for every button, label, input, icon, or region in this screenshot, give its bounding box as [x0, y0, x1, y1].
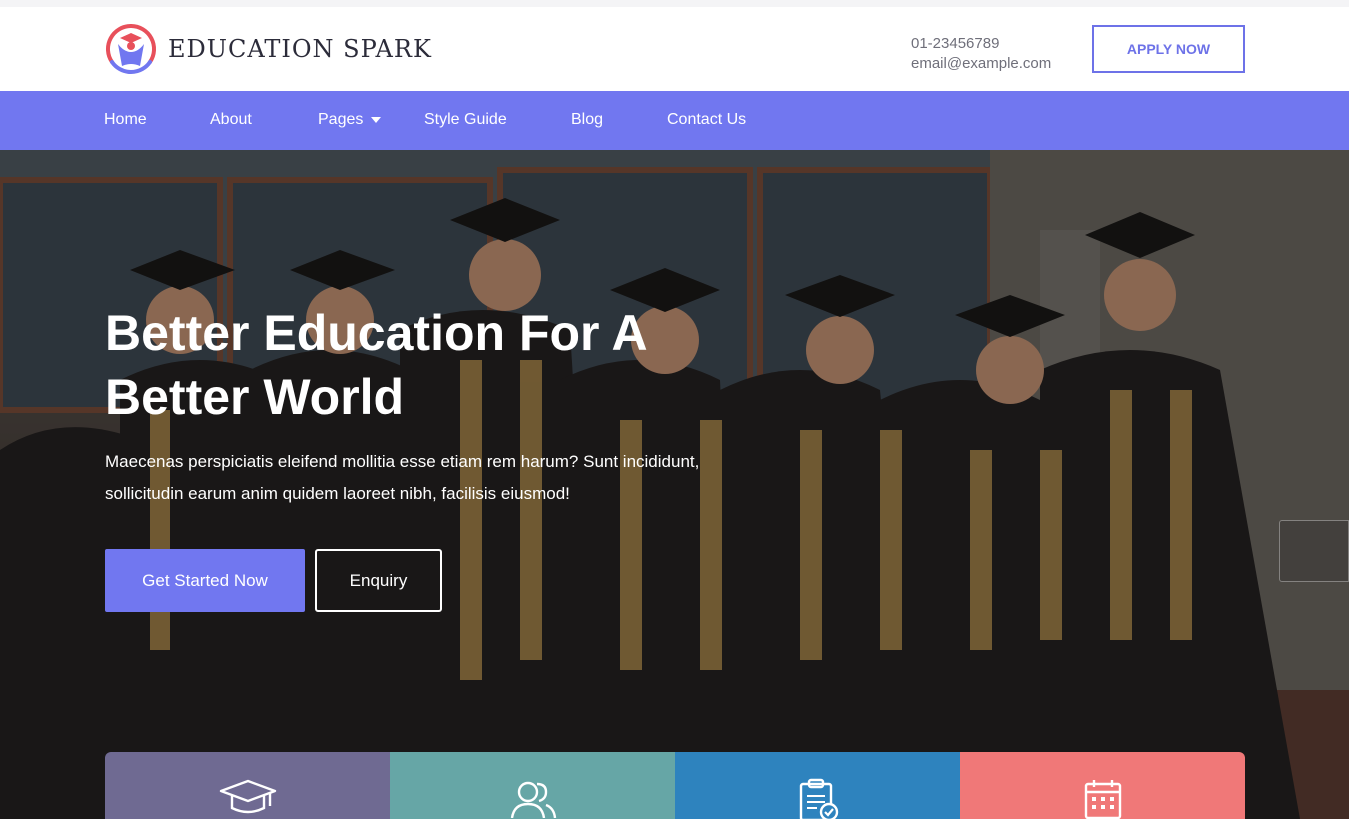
nav-item-label: About: [210, 111, 252, 128]
nav-item-label: Pages: [318, 111, 364, 128]
feature-card-courses[interactable]: [105, 752, 390, 819]
feature-strip: [105, 752, 1245, 819]
get-started-button[interactable]: Get Started Now: [105, 549, 305, 612]
apply-now-button[interactable]: APPLY NOW: [1092, 25, 1245, 73]
recaptcha-badge[interactable]: [1279, 520, 1349, 582]
nav-item-label: Home: [104, 111, 147, 128]
feature-card-events[interactable]: [960, 752, 1245, 819]
hero-description: Maecenas perspiciatis eleifend mollitia …: [105, 452, 700, 503]
logo-icon: [106, 23, 156, 75]
feature-card-exams[interactable]: [675, 752, 960, 819]
nav-item-label: Style Guide: [424, 111, 507, 128]
brand-name: EDUCATION SPARK: [168, 35, 432, 63]
email-address[interactable]: email@example.com: [911, 54, 1051, 74]
feature-card-teachers[interactable]: [390, 752, 675, 819]
nav-item-label: Blog: [571, 111, 604, 128]
hero-title: Better Education For A Better World: [105, 305, 646, 425]
site-header: EDUCATION SPARK 01-23456789 email@exampl…: [0, 7, 1349, 91]
enquiry-button[interactable]: Enquiry: [315, 549, 442, 612]
hero-section: Better Education For A Better World Maec…: [0, 150, 1349, 819]
users-icon: [510, 781, 556, 818]
nav-item-about[interactable]: About: [210, 111, 252, 129]
calendar-icon: [1084, 780, 1121, 819]
contact-info: 01-23456789 email@example.com: [911, 34, 1051, 74]
clipboard-check-icon: [799, 778, 838, 819]
main-nav: Home About Pages Style Guide Blog Contac…: [0, 91, 1349, 150]
top-strip: [0, 0, 1349, 7]
brand-logo[interactable]: EDUCATION SPARK: [104, 23, 432, 75]
nav-item-style-guide[interactable]: Style Guide: [424, 111, 507, 129]
nav-item-contact-us[interactable]: Contact Us: [667, 111, 746, 129]
nav-item-pages[interactable]: Pages: [318, 111, 382, 129]
chevron-down-icon: [371, 117, 382, 123]
nav-item-home[interactable]: Home: [104, 111, 147, 129]
nav-item-blog[interactable]: Blog: [571, 111, 603, 129]
graduation-cap-icon: [219, 779, 276, 814]
nav-item-label: Contact Us: [667, 111, 747, 128]
phone-number[interactable]: 01-23456789: [911, 34, 1051, 54]
